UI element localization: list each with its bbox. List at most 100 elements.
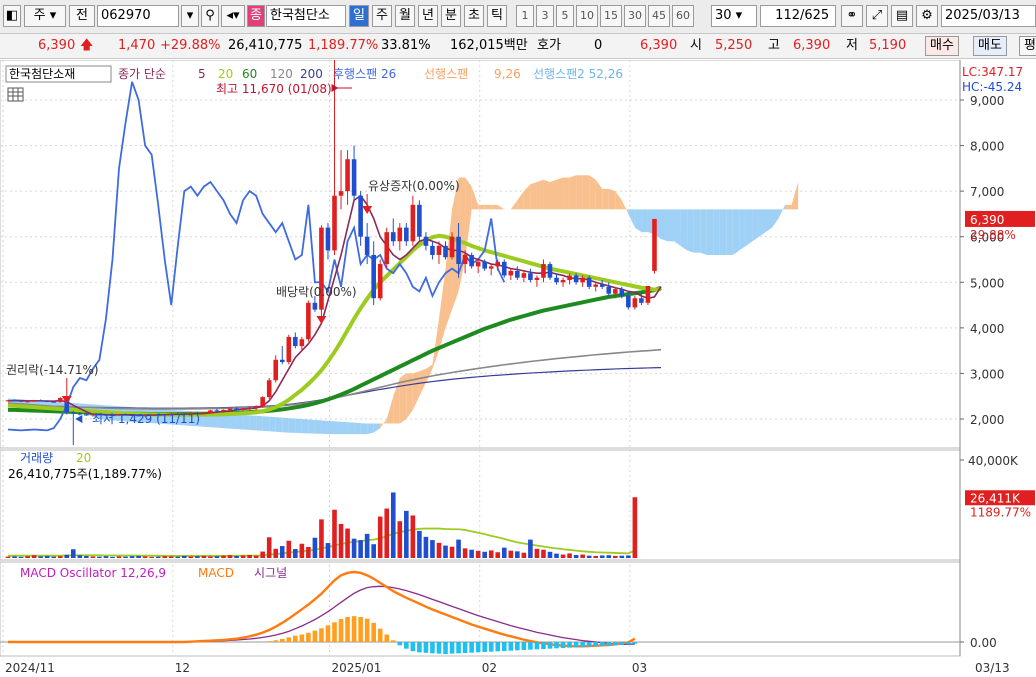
interval-button-45[interactable]: 45 (648, 5, 670, 27)
price-change: 1,470 (118, 38, 156, 53)
candle-body (417, 204, 422, 237)
interval-button-60[interactable]: 60 (672, 5, 694, 27)
macd-osc-bar (358, 617, 363, 642)
interval-button-1[interactable]: 1 (516, 5, 534, 27)
table-icon[interactable] (7, 87, 24, 102)
period-button-5[interactable]: 초 (464, 5, 484, 27)
cloud-segment (269, 416, 276, 432)
candle-body (515, 270, 520, 278)
volume-bar (31, 555, 37, 558)
price-tick-label: 7,000 (970, 185, 1004, 199)
volume-bar (573, 555, 579, 558)
binoculars-icon[interactable]: ⚭ (841, 5, 863, 27)
cloud-segment (301, 419, 309, 434)
candle-body (84, 414, 89, 416)
trend-tool-icon[interactable]: ⤢ (866, 5, 888, 27)
speaker-icon[interactable]: ◂▾ (221, 5, 245, 27)
macd-osc-bar (266, 641, 272, 642)
macd-osc-bar (580, 642, 585, 647)
market-select[interactable]: 주 ▾ (24, 5, 66, 27)
price-tick-label: 8,000 (970, 140, 1004, 154)
volume-bar (110, 556, 115, 558)
candle-body (521, 273, 527, 278)
save-icon[interactable]: ▤ (891, 5, 913, 27)
price-change-pct: +29.88% (160, 38, 221, 53)
volume-bar (44, 555, 50, 558)
volume-bar (528, 539, 533, 558)
candle-body (410, 204, 416, 242)
legend-stock-name: 한국첨단소재 (9, 67, 75, 81)
sell-button[interactable]: 매도 (973, 36, 1007, 56)
stock-tag: 종 (247, 5, 265, 27)
candle-body (390, 232, 396, 242)
interval-button-15[interactable]: 15 (600, 5, 622, 27)
count-value: 112 (775, 8, 800, 23)
candle-body (44, 400, 50, 402)
candle-body (430, 245, 435, 255)
volume-ratio: 1,189.77% (308, 38, 379, 53)
macd-osc-bar (397, 642, 403, 646)
candle-body (351, 159, 357, 196)
prefix-select[interactable]: 전 (69, 5, 95, 27)
code-dropdown-icon[interactable]: ▾ (181, 5, 199, 27)
period-button-1[interactable]: 주 (372, 5, 392, 27)
stock-code-input[interactable]: 062970 (97, 5, 179, 27)
gear-icon[interactable]: ⚙ (916, 5, 938, 27)
macd-osc-bar (410, 642, 416, 652)
candle-body (293, 336, 298, 347)
window-menu-icon[interactable]: ◧ (3, 5, 21, 27)
period-button-0[interactable]: 일 (349, 5, 369, 27)
interval-button-10[interactable]: 10 (576, 5, 598, 27)
period-button-4[interactable]: 분 (441, 5, 461, 27)
volume-bar (567, 553, 572, 558)
macd-osc-bar (286, 637, 292, 642)
candle-body (306, 302, 311, 340)
interval-input[interactable]: 30 ▾ (711, 5, 757, 27)
volume-bar (482, 551, 487, 558)
period-button-6[interactable]: 틱 (487, 5, 507, 27)
volume-bar (515, 551, 520, 558)
count-input[interactable]: 112/625 (760, 5, 836, 27)
interval-button-5[interactable]: 5 (556, 5, 574, 27)
candle-body (358, 195, 363, 237)
buy-button[interactable]: 매수 (925, 36, 959, 56)
stock-chart[interactable]: 9,0008,0007,0006,0005,0004,0003,0002,000… (0, 60, 1036, 677)
time-tick-label: 12 (175, 661, 190, 675)
candle-body (5, 400, 11, 402)
volume-bar (234, 555, 239, 558)
volume-bar (90, 556, 96, 558)
volume-bar (97, 556, 102, 558)
candle-body (240, 408, 246, 410)
macd-osc-bar (632, 642, 638, 644)
volume-bar (410, 515, 416, 558)
period-button-2[interactable]: 월 (395, 5, 415, 27)
volume-bar (332, 509, 337, 558)
macd-osc-bar (560, 642, 566, 648)
candle-body (599, 284, 605, 287)
stock-name-value: 한국첨단소 (270, 8, 330, 23)
volume-bar (430, 540, 435, 558)
cloud-segment (491, 204, 498, 210)
volume-current-label: 26,411K (970, 491, 1021, 505)
date-value: 2025/03/13 (945, 8, 1020, 23)
candle-body (57, 398, 63, 402)
stock-name-field[interactable]: 한국첨단소 (266, 5, 346, 27)
period-button-3[interactable]: 년 (418, 5, 438, 27)
macd-osc-bar (345, 617, 350, 642)
volume-bar (397, 521, 403, 558)
interval-button-3[interactable]: 3 (536, 5, 554, 27)
date-input[interactable]: 2025/03/13 (941, 5, 1036, 27)
volume-bar (293, 549, 298, 558)
volume-bar (593, 555, 598, 558)
search-icon[interactable]: ⚲ (201, 5, 219, 27)
interval-button-30[interactable]: 30 (624, 5, 646, 27)
volume-bar (319, 519, 324, 558)
count-total: /625 (800, 8, 830, 23)
extra-button[interactable]: 평 (1019, 36, 1036, 56)
macd-osc-bar (541, 642, 546, 649)
candle-body (221, 409, 226, 412)
volume-bar (306, 546, 311, 558)
candle-body (325, 227, 331, 251)
candle-body (482, 261, 487, 269)
cloud-segment (667, 209, 675, 242)
